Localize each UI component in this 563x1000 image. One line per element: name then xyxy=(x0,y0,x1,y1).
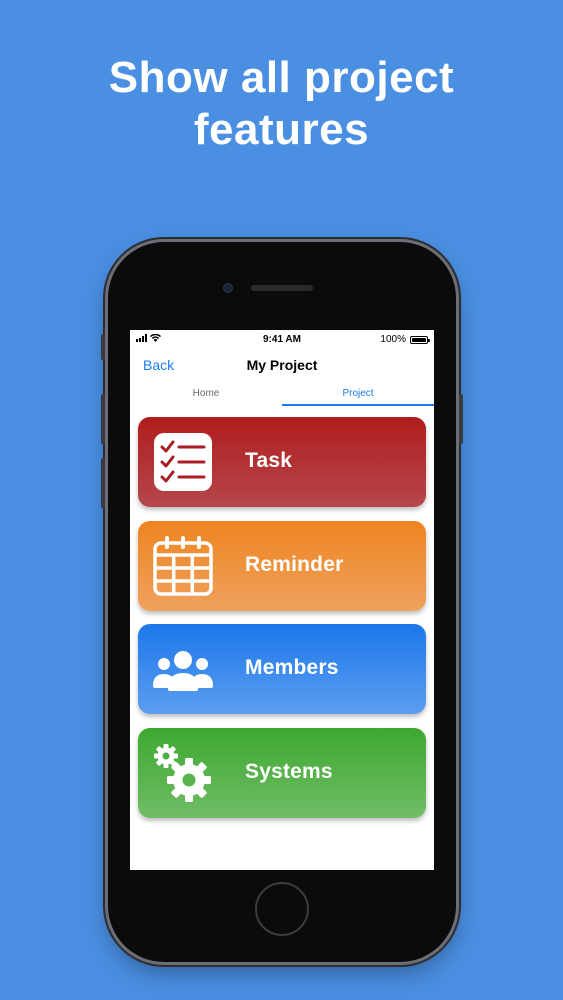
battery-icon xyxy=(410,335,430,344)
checklist-icon xyxy=(154,433,212,491)
tab-project[interactable]: Project xyxy=(282,382,434,406)
volume-down-button xyxy=(101,458,105,508)
feature-card-members[interactable]: Members xyxy=(138,624,426,714)
earpiece-speaker xyxy=(251,285,313,291)
status-right: 100% xyxy=(380,334,430,345)
feature-card-task[interactable]: Task xyxy=(138,417,426,507)
feature-label-members: Members xyxy=(245,656,339,679)
headline: Show all project features xyxy=(108,53,455,154)
tab-home[interactable]: Home xyxy=(130,382,282,406)
nav-title: My Project xyxy=(246,357,318,373)
segment-tabs: Home Project xyxy=(130,382,434,406)
active-tab-indicator xyxy=(282,404,434,406)
feature-card-systems[interactable]: Systems xyxy=(138,728,426,818)
mute-switch xyxy=(101,334,105,360)
group-icon xyxy=(153,651,213,691)
gears-icon xyxy=(154,744,211,802)
home-button[interactable] xyxy=(255,882,309,936)
feature-label-task: Task xyxy=(245,449,293,472)
front-camera xyxy=(223,283,233,293)
navigation-bar: Back My Project xyxy=(130,350,434,382)
phone-frame: 9:41 AM 100% Back My Project Home Projec… xyxy=(101,242,463,962)
phone-screen: 9:41 AM 100% Back My Project Home Projec… xyxy=(130,330,434,870)
status-bar: 9:41 AM 100% xyxy=(130,330,434,350)
app-store-screenshot: Show all project features 9:41 AM 100% B… xyxy=(0,0,563,1000)
calendar-icon xyxy=(153,536,213,596)
power-button xyxy=(459,394,463,444)
feature-label-systems: Systems xyxy=(245,760,333,783)
volume-up-button xyxy=(101,394,105,444)
feature-card-reminder[interactable]: Reminder xyxy=(138,521,426,611)
battery-percent: 100% xyxy=(380,334,406,345)
feature-label-reminder: Reminder xyxy=(245,553,344,576)
